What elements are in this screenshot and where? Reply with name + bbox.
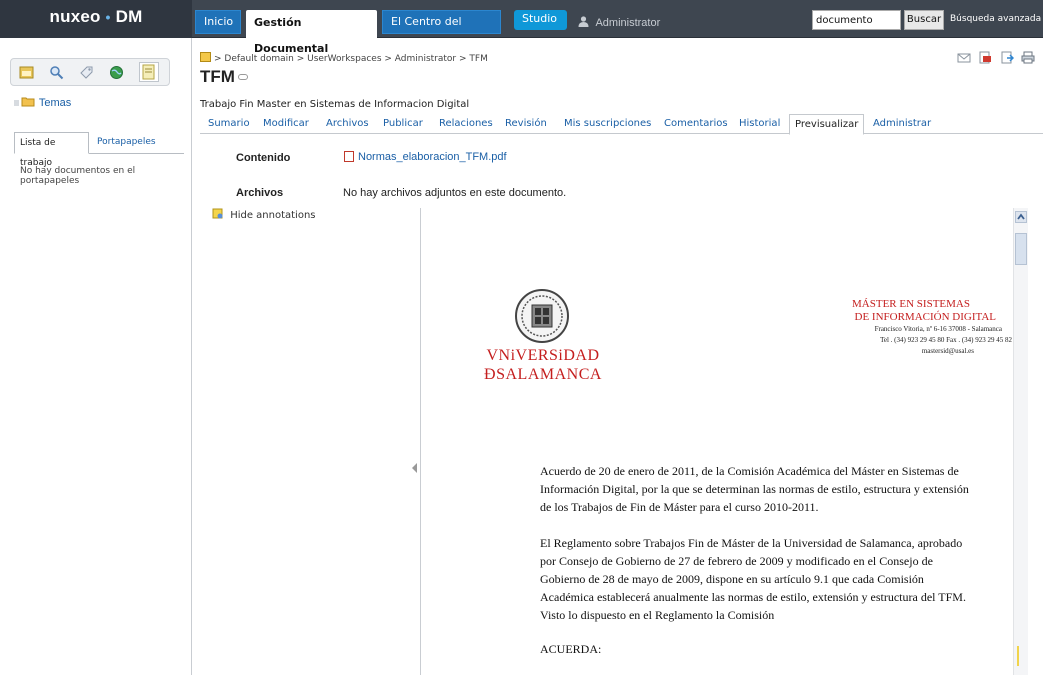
sidebar-toolbar: [10, 58, 170, 86]
tab-previsualizar[interactable]: Previsualizar: [789, 114, 865, 135]
folder-icon: [14, 97, 35, 107]
preview-paragraph-3: ACUERDA:: [540, 642, 602, 656]
master-header: MÁSTER EN SISTEMAS DE INFORMACIÓN DIGITA…: [826, 298, 1012, 357]
scroll-up-button[interactable]: [1015, 211, 1027, 223]
user-icon: [578, 16, 589, 27]
app-logo[interactable]: nuxeo • DM: [0, 0, 192, 38]
pdf-icon: [344, 151, 354, 162]
tab-administrar[interactable]: Administrar: [868, 114, 936, 134]
university-name-line2: ÐSALAMANCA: [484, 366, 602, 383]
tree-item-label: Temas: [38, 97, 72, 109]
tab-portapapeles[interactable]: Portapapeles: [92, 132, 170, 154]
files-empty-message: No hay archivos adjuntos en este documen…: [343, 187, 567, 199]
preview-paragraph-2: El Reglamento sobre Trabajos Fin de Mást…: [540, 536, 966, 622]
logo-suffix: DM: [115, 7, 143, 26]
tab-archivos[interactable]: Archivos: [321, 114, 374, 134]
document-description: Trabajo Fin Master en Sistemas de Inform…: [200, 99, 470, 110]
nav-tab-inicio[interactable]: Inicio: [195, 10, 241, 34]
collapse-arrow-icon[interactable]: [412, 463, 417, 473]
master-title-line2: DE INFORMACIÓN DIGITAL: [854, 311, 997, 323]
advanced-search-link[interactable]: Búsqueda avanzada: [950, 14, 1041, 24]
nav-tab-gestion-documental[interactable]: Gestión Documental: [246, 10, 377, 55]
master-phone: Tel . (34) 923 29 45 80 Fax . (34) 923 2…: [880, 336, 1012, 344]
clipboard-icon[interactable]: [139, 62, 159, 82]
breadcrumb[interactable]: > Default domain > UserWorkspaces > Admi…: [200, 52, 488, 64]
university-name-line1: VNiVERSiDAD: [486, 347, 600, 364]
document-actions: [953, 50, 1036, 64]
tab-modificar[interactable]: Modificar: [258, 114, 314, 134]
content-file-name[interactable]: Normas_elaboracion_TFM.pdf: [358, 151, 507, 163]
breadcrumb-path[interactable]: > Default domain > UserWorkspaces > Admi…: [214, 54, 488, 64]
preview-paragraph-1: Acuerdo de 20 de enero de 2011, de la Co…: [540, 464, 969, 514]
navigation-tree-icon[interactable]: [19, 65, 34, 80]
hide-annotations-label[interactable]: Hide annotations: [230, 210, 315, 221]
tab-sumario[interactable]: Sumario: [203, 114, 255, 134]
sidebar-tabs: Lista de trabajo Portapapeles: [14, 132, 184, 168]
tree-item-temas[interactable]: Temas: [14, 96, 71, 109]
tab-mis-suscripciones[interactable]: Mis suscripciones: [559, 114, 656, 134]
tag-icon[interactable]: [79, 65, 94, 80]
master-email: mastersid@usal.es: [921, 347, 974, 355]
content-file-link[interactable]: Normas_elaboracion_TFM.pdf: [344, 151, 507, 163]
document-title: TFM: [200, 67, 248, 87]
scroll-marker: [1017, 646, 1026, 666]
pdf-export-icon[interactable]: [978, 51, 992, 64]
annotation-icon: [212, 208, 223, 219]
tab-historial[interactable]: Historial: [734, 114, 785, 134]
hide-annotations-link[interactable]: Hide annotations: [212, 208, 316, 221]
user-menu[interactable]: Administrator: [578, 16, 660, 29]
tab-lista-de-trabajo[interactable]: Lista de trabajo: [14, 132, 89, 168]
clipboard-empty-message: No hay documentos en el portapapeles: [20, 166, 136, 186]
nav-tab-studio[interactable]: Studio: [514, 10, 567, 30]
document-title-text: TFM: [200, 67, 235, 86]
nav-tab-centro-admin[interactable]: El Centro del Admin: [382, 10, 501, 50]
permalink-icon[interactable]: [237, 74, 248, 80]
files-label: Archivos: [236, 187, 284, 199]
tab-relaciones[interactable]: Relaciones: [434, 114, 498, 134]
tab-revision[interactable]: Revisión: [500, 114, 552, 134]
chevron-up-icon: [1017, 213, 1025, 220]
sidebar: Temas Lista de trabajo Portapapeles No h…: [0, 38, 192, 675]
search-input[interactable]: [812, 10, 901, 30]
document-tabs: Sumario Modificar Archivos Publicar Rela…: [200, 114, 1043, 135]
up-folder-icon[interactable]: [200, 52, 211, 62]
top-bar: nuxeo • DM Inicio Gestión Documental El …: [0, 0, 1043, 55]
scroll-thumb[interactable]: [1015, 233, 1027, 265]
tab-comentarios[interactable]: Comentarios: [659, 114, 733, 134]
content-label: Contenido: [236, 152, 291, 164]
logo-dot: •: [105, 9, 111, 25]
globe-icon[interactable]: [109, 65, 124, 80]
search-icon[interactable]: [49, 65, 64, 80]
email-icon[interactable]: [957, 51, 971, 64]
export-icon[interactable]: [1000, 51, 1014, 64]
university-seal-logo: [515, 289, 569, 343]
print-icon[interactable]: [1021, 51, 1035, 64]
university-name: VNiVERSiDAD ÐSALAMANCA: [478, 346, 608, 384]
master-address: Francisco Vitoria, nº 6-16 37008 - Salam…: [874, 325, 1002, 333]
preview-scrollbar[interactable]: [1013, 208, 1028, 675]
tab-publicar[interactable]: Publicar: [378, 114, 428, 134]
user-name: Administrator: [595, 17, 661, 29]
logo-text: nuxeo: [49, 7, 101, 26]
search-button[interactable]: Buscar: [904, 10, 944, 30]
master-title-line1: MÁSTER EN SISTEMAS: [852, 298, 970, 310]
